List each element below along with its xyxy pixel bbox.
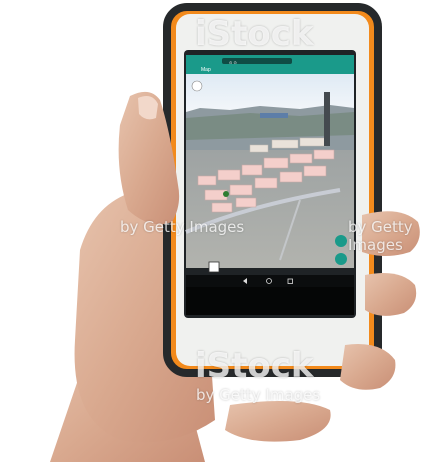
finger-4 (225, 401, 331, 442)
compass-icon (191, 80, 203, 92)
navigation-button-icon (335, 235, 347, 247)
app-title: Map (201, 67, 211, 73)
finger-3 (340, 344, 396, 390)
photo-scene: Map ⊙ ⊙ iStock iStock by Getty Images by… (0, 0, 425, 462)
finger-1 (362, 211, 420, 256)
location-button-icon (335, 253, 347, 265)
photo-illustration (50, 3, 420, 462)
finger-2 (365, 272, 417, 316)
map-screen (185, 55, 354, 315)
status-text: ⊙ ⊙ (229, 60, 237, 65)
map-thumbnail-icon (208, 261, 220, 273)
